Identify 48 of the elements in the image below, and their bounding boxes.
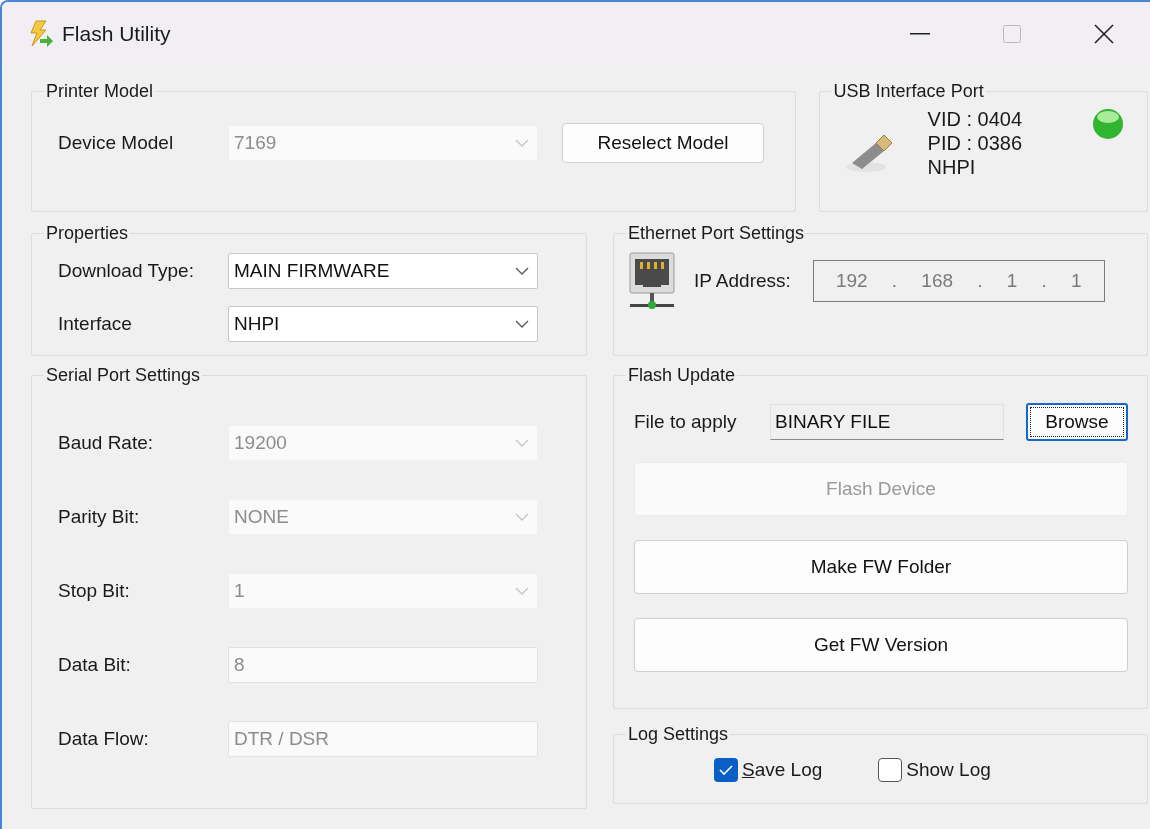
field-label: Parity Bit: bbox=[57, 504, 141, 529]
maximize-icon bbox=[1003, 25, 1021, 43]
chevron-down-icon bbox=[515, 513, 529, 521]
field-label: Download Type: bbox=[57, 258, 195, 283]
group-title: Properties bbox=[45, 222, 130, 245]
group-title: Printer Model bbox=[45, 80, 155, 103]
close-icon bbox=[1094, 24, 1114, 44]
file-field[interactable]: BINARY FILE bbox=[770, 404, 1004, 440]
ip-separator: . bbox=[891, 268, 898, 293]
checkbox[interactable]: Show Log bbox=[878, 756, 991, 785]
ip-octet: 168 bbox=[921, 268, 954, 293]
dropdown[interactable]: MAIN FIRMWARE bbox=[228, 253, 538, 289]
ip-address-field[interactable]: 192 . 168 . 1 . 1 bbox=[812, 260, 1105, 302]
action-button[interactable]: Make FW Folder bbox=[634, 540, 1128, 594]
field-label: Device Model bbox=[57, 130, 175, 155]
ip-separator: . bbox=[1041, 268, 1047, 293]
ip-octet: 1 bbox=[1071, 268, 1082, 293]
group-title: Log Settings bbox=[627, 723, 730, 746]
group-title: Flash Update bbox=[627, 364, 737, 387]
action-button[interactable]: Get FW Version bbox=[634, 618, 1128, 672]
window-title: Flash Utility bbox=[62, 21, 171, 48]
checkbox[interactable]: Save Log bbox=[714, 756, 823, 785]
field-label: Baud Rate: bbox=[57, 430, 155, 455]
field-label: Data Flow: bbox=[57, 726, 150, 751]
ethernet-port-icon bbox=[626, 251, 678, 311]
chevron-down-icon bbox=[515, 320, 529, 328]
field-label: Interface bbox=[57, 311, 133, 336]
dropdown[interactable]: NHPI bbox=[228, 306, 538, 342]
ip-separator: . bbox=[977, 268, 983, 293]
browse-button[interactable]: Browse bbox=[1026, 403, 1128, 441]
ip-octet: 192 bbox=[835, 268, 868, 293]
field-label: Data Bit: bbox=[57, 652, 132, 677]
reselect-model-button[interactable]: Reselect Model bbox=[562, 123, 764, 163]
chevron-down-icon bbox=[515, 267, 529, 275]
minimize-icon bbox=[910, 33, 930, 35]
group-title: Serial Port Settings bbox=[45, 364, 202, 387]
field-label: IP Address: bbox=[694, 268, 791, 293]
group-title: Ethernet Port Settings bbox=[627, 222, 806, 245]
usb-info-text: PID : 0386 bbox=[927, 131, 1023, 155]
ip-octet: 1 bbox=[1006, 268, 1018, 293]
chevron-down-icon bbox=[515, 439, 529, 447]
field-label: Stop Bit: bbox=[57, 578, 131, 603]
group-title: USB Interface Port bbox=[832, 80, 985, 103]
chevron-down-icon bbox=[515, 587, 529, 595]
chevron-down-icon bbox=[515, 139, 529, 147]
field-label: File to apply bbox=[634, 409, 738, 434]
usb-info-text: NHPI bbox=[927, 155, 977, 179]
usb-info-text: VID : 0404 bbox=[927, 107, 1023, 131]
